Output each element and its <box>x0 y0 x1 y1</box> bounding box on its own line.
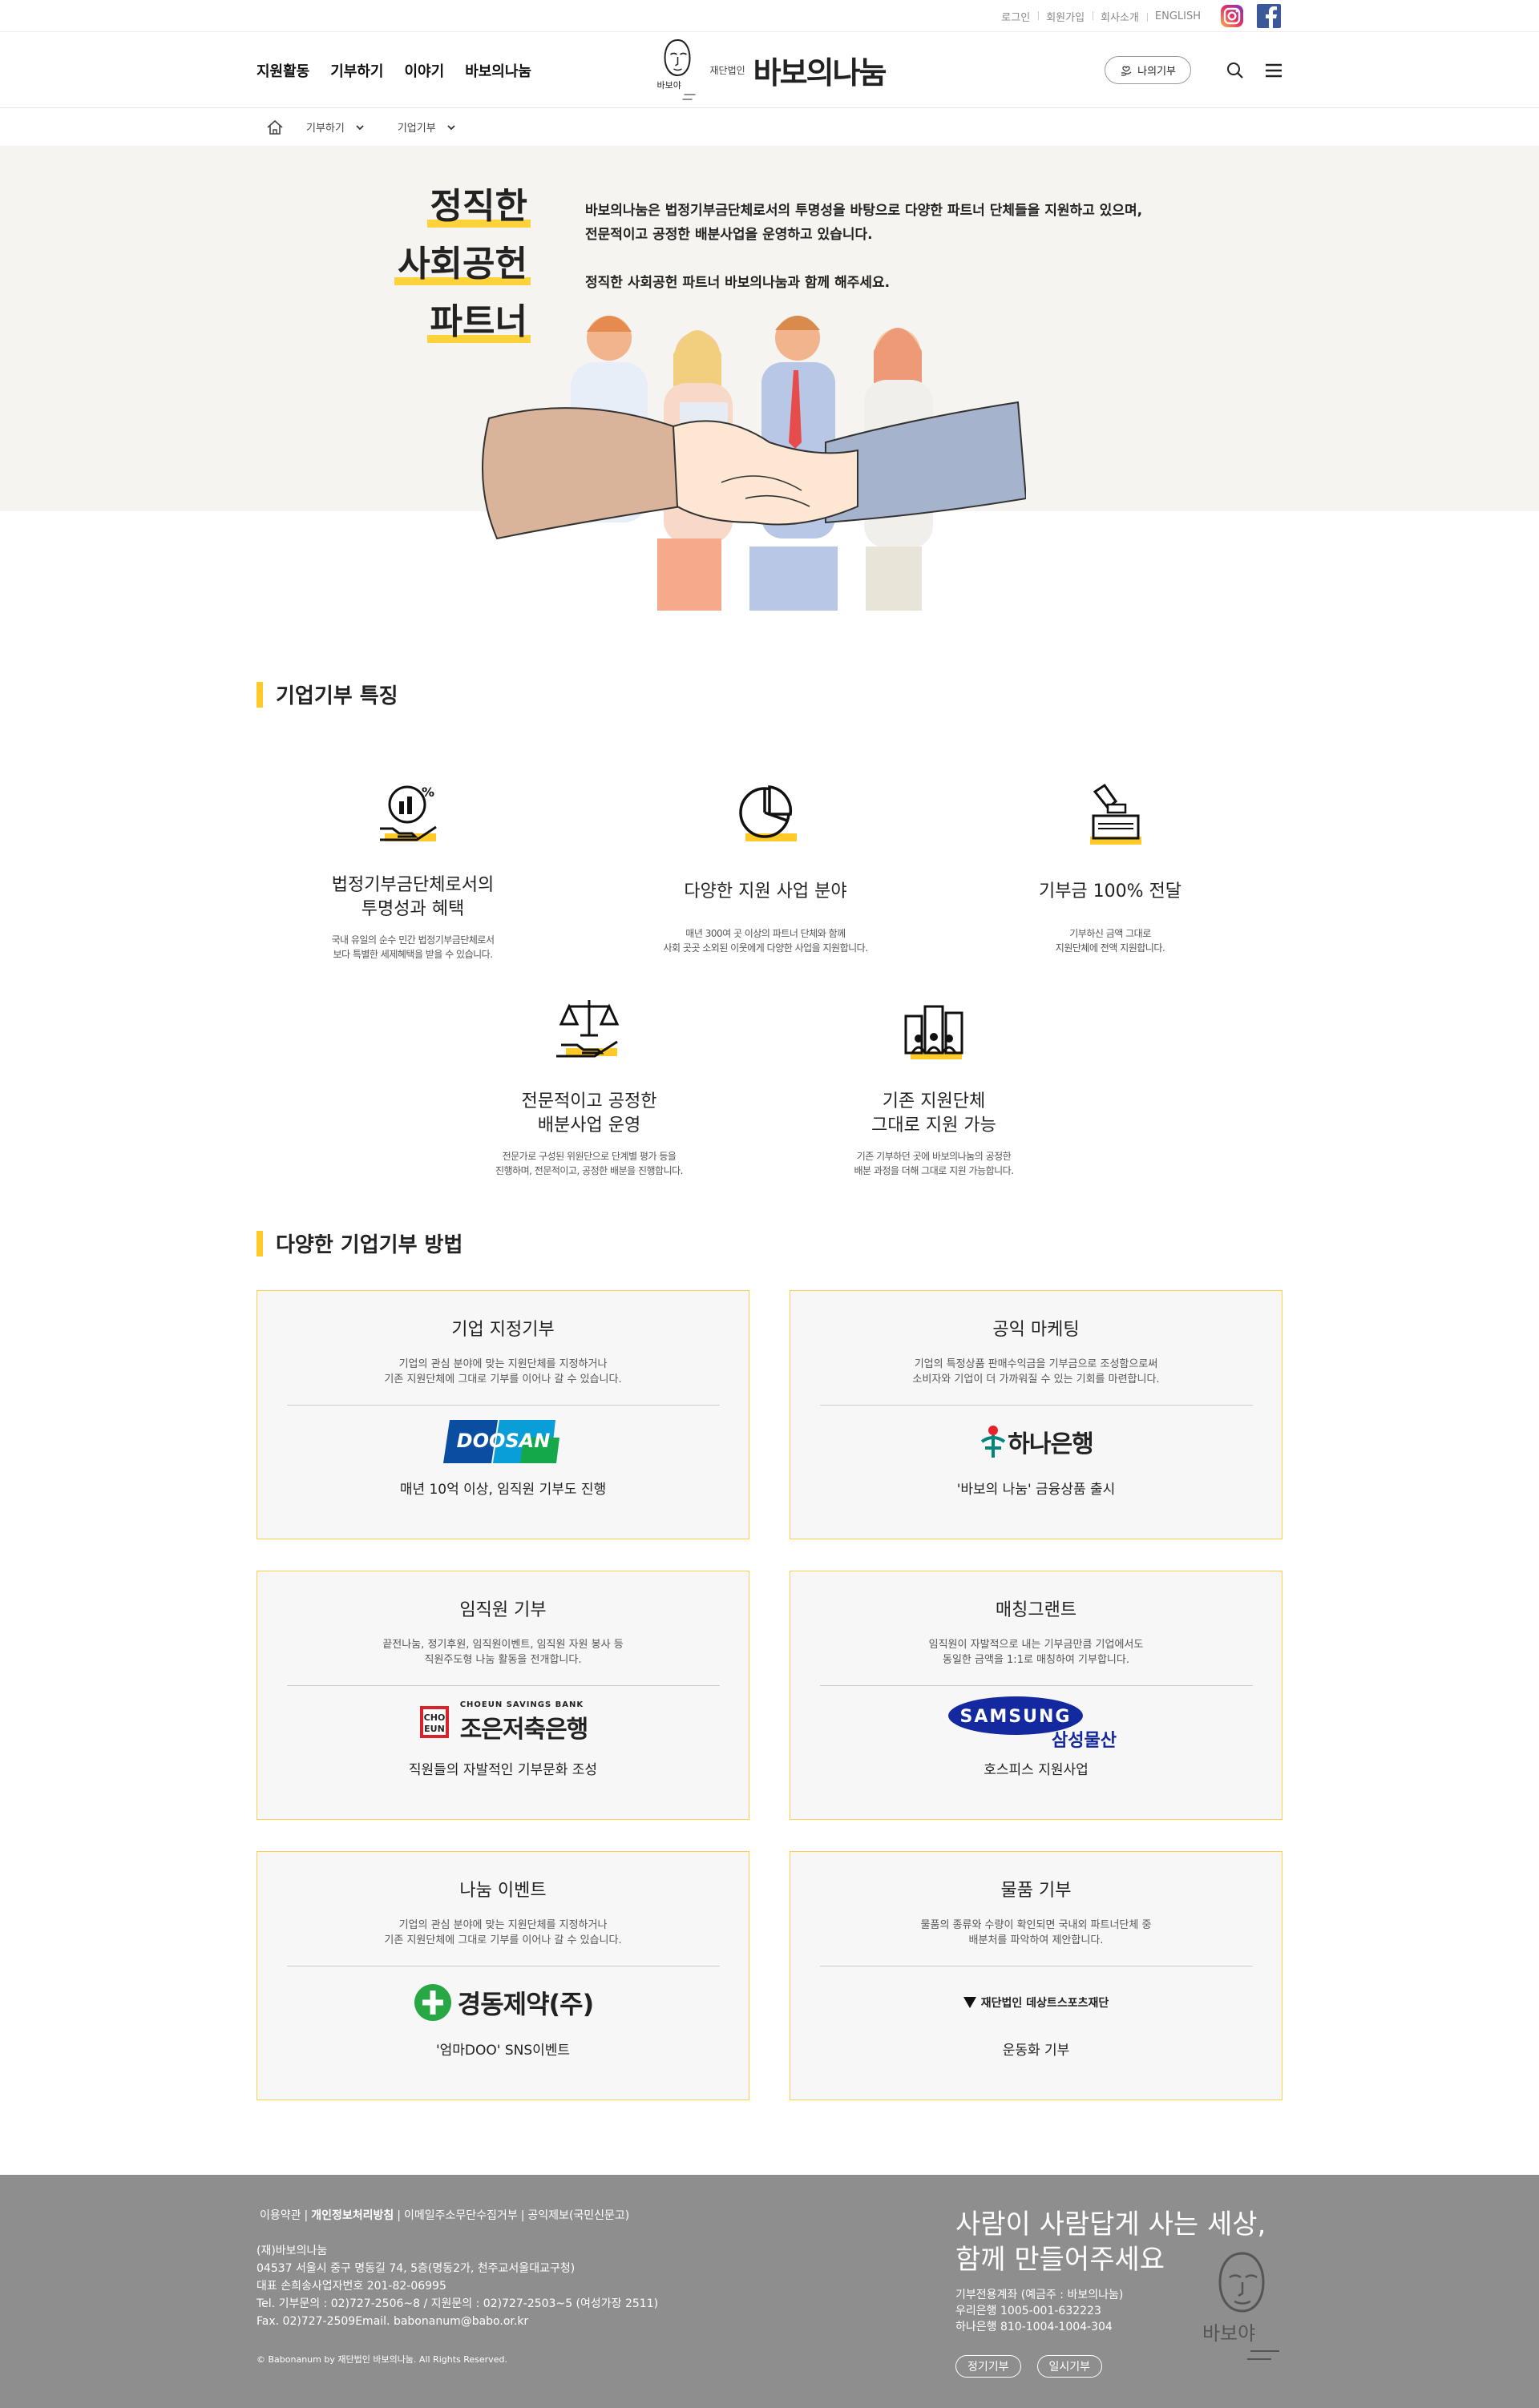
method-card-employee: 임직원 기부 끝전나눔, 정기후원, 임직원이벤트, 임직원 자원 봉사 등 직원… <box>256 1571 749 1820</box>
site-header: 지원활동 기부하기 이야기 바보의나눔 바보야 재단법인 바보의나눔 나의기부 <box>0 32 1539 108</box>
feature-programs: 다양한 지원 사업 분야 매년 300여 곳 이상의 파트너 단체와 함께 사회 … <box>633 776 898 955</box>
method-card-goods-donation: 물품 기부 물품의 종류와 수량이 확인되면 국내외 파트너단체 중 배분처를 파… <box>790 1851 1282 2100</box>
login-link[interactable]: 로그인 <box>993 9 1038 24</box>
hero-description: 바보의나눔은 법정기부금단체로서의 투명성을 바탕으로 다양한 파트너 단체들을… <box>585 203 1143 291</box>
feature-fair-distribution: 전문적이고 공정한 배분사업 운영 전문가로 구성된 위원단으로 단계별 평가 등… <box>457 992 721 1178</box>
pie-chart-icon <box>739 785 797 841</box>
hana-bank-logo: 하나은행 <box>790 1406 1282 1478</box>
hero-title: 정직한 사회공헌 파트너 <box>383 178 531 351</box>
chevron-down-icon <box>447 124 455 130</box>
svg-text:EUN: EUN <box>424 1724 445 1734</box>
choeun-bank-logo: CHO EUN CHOEUN SAVINGS BANK 조은저축은행 <box>257 1686 749 1758</box>
feature-full-delivery: 기부금 100% 전달 기부하신 금액 그대로 지원단체에 전액 지원합니다. <box>978 776 1242 955</box>
search-icon[interactable] <box>1226 62 1244 79</box>
nav-babo[interactable]: 바보의나눔 <box>465 60 531 81</box>
scale-hand-icon <box>556 1000 620 1058</box>
logo-face-icon: 바보야 <box>657 38 696 100</box>
logo-corp: 재단법인 <box>709 64 745 76</box>
about-link[interactable]: 회사소개 <box>1093 9 1147 24</box>
method-card-designated: 기업 지정기부 기업의 관심 분야에 맞는 지원단체를 지정하거나 기존 지원단체… <box>256 1290 749 1539</box>
instagram-icon[interactable] <box>1218 2 1246 30</box>
descente-foundation-logo: 재단법인 데상트스포츠재단 <box>790 1966 1282 2039</box>
main-nav: 지원활동 기부하기 이야기 바보의나눔 <box>256 60 531 81</box>
english-link[interactable]: ENGLISH <box>1146 10 1209 22</box>
breadcrumb-donate[interactable]: 기부하기 <box>306 119 364 135</box>
chart-hand-icon: % <box>380 785 437 841</box>
chevron-down-icon <box>356 124 364 130</box>
methods-section: 다양한 기업기부 방법 기업 지정기부 기업의 관심 분야에 맞는 지원단체를 … <box>256 1214 1282 2152</box>
utility-bar: 로그인 회원가입 회사소개 ENGLISH <box>0 0 1539 32</box>
hero-title-line-1: 정직한 <box>426 178 531 236</box>
footer-privacy-link[interactable]: 개인정보처리방침 <box>308 2209 397 2222</box>
hero-title-line-2: 사회공헌 <box>394 236 531 293</box>
hero-title-line-3: 파트너 <box>426 293 531 351</box>
svg-text:DOOSAN: DOOSAN <box>456 1430 550 1452</box>
breadcrumb-corporate[interactable]: 기업기부 <box>398 119 455 135</box>
nav-story[interactable]: 이야기 <box>405 60 445 81</box>
doosan-logo: DOOSAN <box>257 1406 749 1478</box>
footer-accounts: 기부전용계좌 (예금주 : 바보의나눔) 우리은행 1005-001-632223… <box>955 2289 1124 2333</box>
one-time-donation-button[interactable]: 일시기부 <box>1036 2355 1103 2378</box>
nav-support[interactable]: 지원활동 <box>256 60 309 81</box>
samsung-logo: SAMSUNG 삼성물산 <box>790 1686 1282 1758</box>
regular-donation-button[interactable]: 정기기부 <box>955 2355 1021 2378</box>
svg-text:바보야: 바보야 <box>1202 2322 1255 2345</box>
footer-report-link[interactable]: 공익제보(국민신문고) <box>524 2209 632 2222</box>
method-card-sharing-event: 나눔 이벤트 기업의 관심 분야에 맞는 지원단체를 지정하거나 기존 지원단체에… <box>256 1851 749 2100</box>
nav-donate[interactable]: 기부하기 <box>330 60 383 81</box>
hand-heart-icon <box>1121 66 1132 76</box>
svg-text:CHO: CHO <box>423 1712 445 1723</box>
buildings-people-icon <box>904 1005 963 1059</box>
methods-title: 다양한 기업기부 방법 <box>256 1228 463 1258</box>
footer-info: (재)바보의나눔 04537 서울시 중구 명동길 74, 5층(명동2가, 천… <box>256 2245 659 2328</box>
donation-box-icon <box>1090 783 1141 845</box>
feature-transparency: % 법정기부금단체로서의 투명성과 혜택 국내 유일의 순수 민간 법정기부금단체… <box>281 776 545 962</box>
hero-banner: 정직한 사회공헌 파트너 바보의나눔은 법정기부금단체로서의 투명성을 바탕으로… <box>0 146 1539 611</box>
method-card-cause-marketing: 공익 마케팅 기업의 특정상품 판매수익금을 기부금으로 조성함으로써 소비자와 … <box>790 1290 1282 1539</box>
site-footer: 이용약관 | 개인정보처리방침 | 이메일주소무단수집거부 | 공익제보(국민신문고) (재… <box>0 2175 1539 2408</box>
my-donation-button[interactable]: 나의기부 <box>1105 56 1191 84</box>
logo-name: 바보의나눔 <box>753 54 887 91</box>
features-title: 기업기부 특징 <box>256 680 398 709</box>
kyungdong-pharm-logo: 경동제약(주) <box>257 1966 749 2039</box>
breadcrumb: 기부하기 기업기부 <box>0 108 1539 146</box>
svg-text:SAMSUNG: SAMSUNG <box>959 1707 1071 1727</box>
menu-icon[interactable] <box>1265 63 1282 79</box>
feature-existing-partners: 기존 지원단체 그대로 지원 가능 기존 기부하던 곳에 바보의나눔의 공정한 배분… <box>802 992 1066 1178</box>
footer-links: 이용약관 | 개인정보처리방침 | 이메일주소무단수집거부 | 공익제보(국민신문고) <box>256 2207 632 2223</box>
footer-copyright: © Babonanum by 재단법인 바보의나눔. All Rights Re… <box>256 2354 507 2365</box>
footer-face-icon: 바보야 <box>1202 2252 1279 2360</box>
site-logo[interactable]: 바보야 재단법인 바보의나눔 <box>654 35 887 104</box>
signup-link[interactable]: 회원가입 <box>1038 9 1093 24</box>
features-section: 기업기부 특징 % 법정기부금단체로서의 투명성과 혜택 국내 유일의 순수 민간… <box>256 511 1282 1313</box>
svg-text:바보야: 바보야 <box>657 80 681 91</box>
footer-email-refusal-link[interactable]: 이메일주소무단수집거부 <box>401 2209 521 2222</box>
svg-text:%: % <box>422 785 434 800</box>
home-icon[interactable] <box>266 119 284 135</box>
method-card-matching-grant: 매칭그랜트 임직원이 자발적으로 내는 기부금만큼 기업에서도 동일한 금액을 1… <box>790 1571 1282 1820</box>
facebook-icon[interactable] <box>1255 2 1282 30</box>
footer-terms-link[interactable]: 이용약관 <box>256 2209 305 2222</box>
svg-text:삼성물산: 삼성물산 <box>1052 1731 1117 1751</box>
